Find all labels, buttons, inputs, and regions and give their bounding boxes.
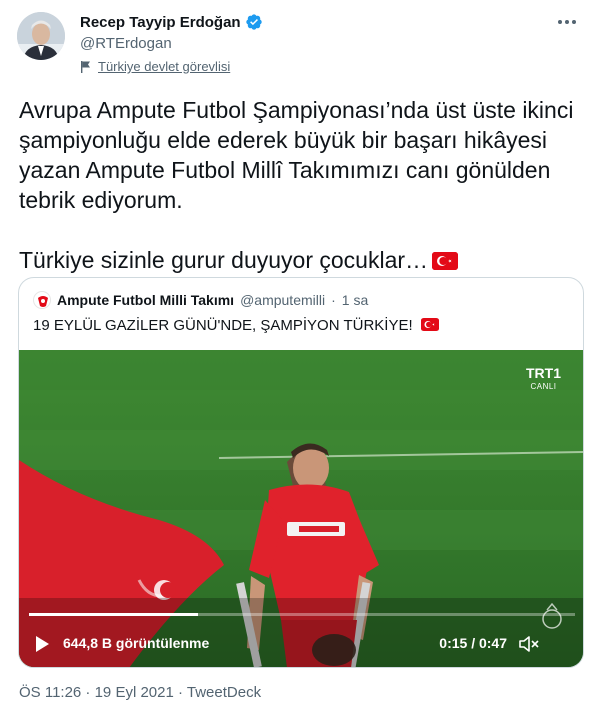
quoted-text: 19 EYLÜL GAZİLER GÜNÜ'NDE, ŞAMPİYON TÜRK… — [33, 317, 439, 334]
tweet-paragraph-1: Avrupa Ampute Futbol Şampiyonası’nda üst… — [19, 97, 574, 213]
quoted-avatar[interactable] — [33, 291, 51, 309]
video-controls: 644,8 B görüntülenme 0:15 / 0:47 — [19, 632, 583, 656]
quoted-author-name[interactable]: Ampute Futbol Milli Takımı — [57, 292, 234, 308]
flag-icon — [81, 60, 90, 73]
turkey-flag-emoji — [432, 252, 459, 270]
quoted-author-handle[interactable]: @amputemilli — [240, 292, 325, 308]
play-icon[interactable] — [35, 636, 49, 652]
quoted-tweet[interactable]: Ampute Futbol Milli Takımı @amputemilli … — [18, 277, 584, 668]
video-frame — [19, 350, 583, 667]
government-label-text[interactable]: Türkiye devlet görevlisi — [98, 59, 230, 74]
tweet-timestamp[interactable]: ÖS 11:26 · 19 Eyl 2021 · TweetDeck — [19, 684, 261, 701]
tweet-paragraph-2: Türkiye sizinle gurur duyuyor çocuklar… — [19, 245, 579, 275]
government-label[interactable]: Türkiye devlet görevlisi — [80, 59, 230, 74]
video-progress-bar[interactable] — [29, 613, 575, 616]
quoted-separator: · — [331, 292, 336, 308]
video-time: 0:15 / 0:47 — [439, 635, 507, 651]
video-progress-fill — [29, 613, 199, 616]
author-name[interactable]: Recep Tayyip Erdoğan — [80, 14, 241, 31]
video-player[interactable]: TRT1 CANLI 644,8 B görüntülenme 0:15 / 0… — [19, 350, 583, 667]
quoted-age[interactable]: 1 sa — [342, 292, 368, 308]
view-count: 644,8 B görüntülenme — [63, 635, 210, 651]
avatar[interactable] — [17, 12, 65, 60]
turkey-flag-emoji — [420, 318, 439, 331]
channel-logo: TRT1 CANLI — [526, 365, 561, 391]
author-handle[interactable]: @RTErdogan — [80, 35, 172, 52]
more-options-icon[interactable] — [555, 14, 579, 30]
tournament-watermark-icon — [542, 602, 562, 629]
verified-badge-icon — [245, 14, 262, 30]
mute-icon[interactable] — [519, 635, 539, 653]
tweet-text: Avrupa Ampute Futbol Şampiyonası’nda üst… — [19, 95, 579, 275]
